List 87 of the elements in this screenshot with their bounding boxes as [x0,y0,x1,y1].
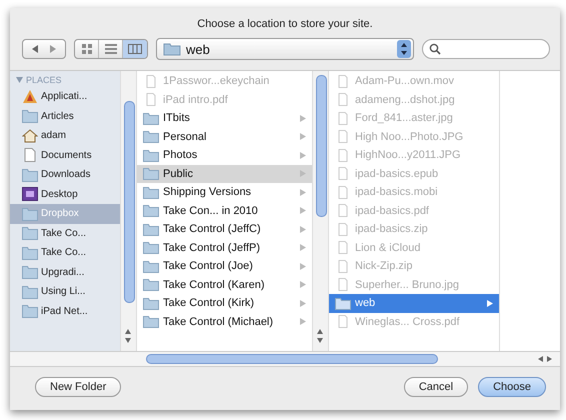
view-mode-control[interactable] [74,39,148,59]
file-row[interactable]: Personal [137,128,312,146]
folder-icon [22,168,38,182]
file-row[interactable]: web [329,294,499,312]
sidebar-item[interactable]: Applicati... [10,87,120,106]
location-popup[interactable]: web [156,38,414,60]
sidebar-heading: PLACES [26,75,62,85]
chevron-icon [300,114,306,122]
folder-icon [163,42,181,56]
folder-icon [143,167,159,180]
file-row[interactable]: Public [137,164,312,183]
folder-icon [143,260,159,273]
horizontal-scrollbar[interactable] [10,351,560,367]
column-view-button[interactable] [123,40,147,58]
folder-icon [22,246,38,260]
chevron-icon [300,170,306,178]
cancel-button[interactable]: Cancel [404,377,468,397]
applications-icon [22,90,38,104]
back-forward-control[interactable] [22,39,66,59]
file-row[interactable]: Shipping Versions [137,183,312,202]
vertical-scrollbar[interactable] [312,71,329,351]
scroll-arrows-icon[interactable] [316,327,324,345]
folder-icon [143,148,159,162]
file-row[interactable]: ITbits [137,109,312,128]
search-field[interactable] [422,39,550,59]
file-row[interactable]: Take Control (Kirk) [137,294,312,312]
folder-icon [143,241,159,254]
folder-icon [143,278,159,292]
disclosure-triangle-icon[interactable] [16,77,23,83]
chevron-icon [300,300,306,307]
popup-arrows-icon [397,40,411,58]
sidebar-item[interactable]: Desktop [10,184,120,204]
desktop-icon [22,187,38,202]
sidebar-item[interactable]: Documents [10,146,120,165]
home-icon [22,128,38,143]
chevron-icon [300,207,306,214]
new-folder-button[interactable]: New Folder [35,377,122,397]
folder-icon [22,226,38,240]
chevron-icon [300,281,306,288]
grid-icon [80,44,92,54]
chevron-icon [300,152,306,159]
file-row[interactable]: Take Control (JeffC) [137,220,312,238]
folder-icon [143,296,159,310]
file-row[interactable]: Take Control (Karen) [137,276,312,294]
sidebar-item[interactable]: Upgradi... [10,262,120,282]
chevron-icon [487,300,493,307]
folder-icon [143,112,159,125]
columns-icon [128,44,142,54]
folder-icon [143,315,159,328]
list-icon [104,44,116,54]
file-row[interactable]: Take Con... in 2010 [137,202,312,220]
chevron-icon [300,226,306,233]
folder-icon [143,204,159,218]
folder-icon [143,222,159,236]
sidebar-item[interactable]: Take Co... [10,243,120,262]
folder-icon [22,304,38,318]
chevron-icon [300,262,306,270]
document-icon [22,148,38,162]
sidebar-item[interactable]: Take Co... [10,224,120,243]
sidebar-item[interactable]: adam [10,126,120,146]
search-icon [429,43,441,55]
file-row[interactable]: Photos [137,146,312,164]
sidebar-item[interactable]: Using Li... [10,282,120,302]
folder-icon [143,186,159,199]
chevron-icon [300,244,306,252]
folder-icon [22,206,38,221]
folder-icon [335,296,351,310]
dialog-message: Choose a location to store your site. [196,17,374,32]
sidebar-item[interactable]: Articles [10,106,120,126]
file-row[interactable]: Take Control (Michael) [137,312,312,331]
folder-icon [143,130,159,144]
chevron-icon [300,318,306,326]
folder-icon [22,109,38,124]
file-row[interactable]: Take Control (JeffP) [137,238,312,257]
folder-icon [22,284,38,299]
sidebar-item[interactable]: Downloads [10,165,120,184]
forward-icon[interactable] [49,45,57,53]
folder-icon [22,265,38,280]
vertical-scrollbar[interactable] [120,71,137,351]
file-row[interactable]: Take Control (Joe) [137,257,312,276]
back-icon[interactable] [31,45,39,53]
choose-button[interactable]: Choose [478,377,546,397]
scroll-arrows-icon[interactable] [536,355,554,363]
sidebar-item[interactable]: iPad Net... [10,302,120,321]
scroll-arrows-icon[interactable] [124,327,132,345]
chevron-icon [300,188,306,196]
chevron-icon [300,133,306,140]
